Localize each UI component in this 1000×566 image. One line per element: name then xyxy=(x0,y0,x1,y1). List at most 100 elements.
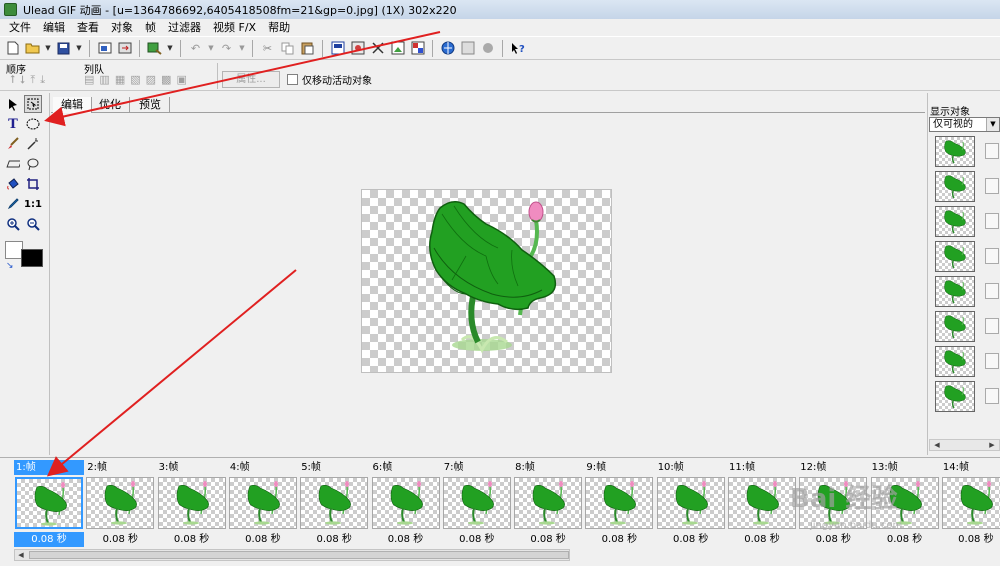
frame-thumbnail[interactable] xyxy=(371,477,440,529)
brush-tool-icon[interactable] xyxy=(4,135,22,153)
frame-11[interactable]: 11:帧 0.08 秒 xyxy=(727,460,797,548)
frame-delay[interactable]: 0.08 秒 xyxy=(228,532,298,547)
lasso-tool-icon[interactable] xyxy=(24,155,42,173)
frame-thumbnail[interactable] xyxy=(86,477,155,529)
frame-5[interactable]: 5:帧 0.08 秒 xyxy=(299,460,369,548)
save-dropdown-icon[interactable]: ▼ xyxy=(75,44,83,52)
menu-frame[interactable]: 帧 xyxy=(139,19,162,35)
wizard-dropdown-icon[interactable]: ▼ xyxy=(166,44,174,52)
undo-icon[interactable]: ↶ xyxy=(187,40,204,57)
align-left-icon[interactable]: ▤ xyxy=(84,73,94,86)
frame-thumbnail[interactable] xyxy=(15,477,83,529)
frame-7[interactable]: 7:帧 0.08 秒 xyxy=(442,460,512,548)
optimize-icon[interactable] xyxy=(349,40,366,57)
frame-8[interactable]: 8:帧 0.08 秒 xyxy=(513,460,583,548)
frame-1[interactable]: 1:帧 0.08 秒 xyxy=(14,460,84,548)
frame-properties-icon[interactable] xyxy=(329,40,346,57)
object-visibility-checkbox[interactable] xyxy=(985,353,999,369)
bring-up-icon[interactable]: ⭡ xyxy=(10,73,15,87)
list-item[interactable] xyxy=(929,240,1000,275)
frame-6[interactable]: 6:帧 0.08 秒 xyxy=(371,460,441,548)
send-down-icon[interactable]: ⭣ xyxy=(20,73,25,87)
scroll-thumb[interactable] xyxy=(29,551,569,559)
actual-size-tool[interactable]: 1:1 xyxy=(24,195,42,213)
align-top-icon[interactable]: ▧ xyxy=(130,73,140,86)
object-visibility-checkbox[interactable] xyxy=(985,318,999,334)
image-canvas[interactable] xyxy=(361,189,612,373)
menu-help[interactable]: 帮助 xyxy=(262,19,296,35)
object-visibility-checkbox[interactable] xyxy=(985,283,999,299)
redo-icon[interactable]: ↷ xyxy=(218,40,235,57)
move-active-only-checkbox[interactable] xyxy=(287,74,298,85)
select-tool-icon[interactable] xyxy=(24,95,42,113)
menu-view[interactable]: 查看 xyxy=(71,19,105,35)
list-item[interactable] xyxy=(929,275,1000,310)
frame-2[interactable]: 2:帧 0.08 秒 xyxy=(85,460,155,548)
frame-thumbnail[interactable] xyxy=(514,477,583,529)
open-folder-icon[interactable] xyxy=(24,40,41,57)
frame-thumbnail[interactable] xyxy=(941,477,1000,529)
menu-video-fx[interactable]: 视频 F/X xyxy=(207,19,262,35)
list-item[interactable] xyxy=(929,205,1000,240)
frame-14[interactable]: 14:帧 0.08 秒 xyxy=(941,460,1000,548)
menu-file[interactable]: 文件 xyxy=(3,19,37,35)
redo-dropdown-icon[interactable]: ▼ xyxy=(238,44,246,52)
frame-delay[interactable]: 0.08 秒 xyxy=(798,532,868,547)
tab-optimize[interactable]: 优化 xyxy=(91,97,130,113)
frame-9[interactable]: 9:帧 0.08 秒 xyxy=(584,460,654,548)
distribute-icon[interactable]: ▣ xyxy=(176,73,186,86)
frame-thumbnail[interactable] xyxy=(300,477,369,529)
frame-panel-scrollbar[interactable]: ◀ xyxy=(14,549,570,561)
frame-thumbnail[interactable] xyxy=(228,477,297,529)
chevron-down-icon[interactable]: ▼ xyxy=(986,118,999,131)
scroll-left-icon[interactable]: ◀ xyxy=(931,440,943,450)
frame-thumbnail[interactable] xyxy=(157,477,226,529)
frame-delay[interactable]: 0.08 秒 xyxy=(14,532,84,547)
crop-tool-icon[interactable] xyxy=(24,175,42,193)
list-item[interactable] xyxy=(929,310,1000,345)
align-right-icon[interactable]: ▦ xyxy=(115,73,125,86)
pointer-tool-icon[interactable] xyxy=(4,95,22,113)
frame-delay[interactable]: 0.08 秒 xyxy=(442,532,512,547)
menu-filter[interactable]: 过滤器 xyxy=(162,19,207,35)
add-image-icon[interactable] xyxy=(96,40,113,57)
frame-delay[interactable]: 0.08 秒 xyxy=(513,532,583,547)
magic-wand-tool-icon[interactable] xyxy=(24,135,42,153)
frame-3[interactable]: 3:帧 0.08 秒 xyxy=(157,460,227,548)
foreground-color-swatch[interactable] xyxy=(21,249,43,267)
wizard-icon[interactable] xyxy=(146,40,163,57)
align-bottom-icon[interactable]: ▩ xyxy=(161,73,171,86)
crop-icon[interactable] xyxy=(369,40,386,57)
new-file-icon[interactable] xyxy=(4,40,21,57)
object-panel-scrollbar[interactable]: ◀ ▶ xyxy=(929,439,1000,451)
frame-delay[interactable]: 0.08 秒 xyxy=(941,532,1000,547)
object-filter-select[interactable]: 仅可视的 ▼ xyxy=(929,117,1000,132)
frame-delay[interactable]: 0.08 秒 xyxy=(656,532,726,547)
frame-thumbnail[interactable] xyxy=(585,477,654,529)
save-icon[interactable] xyxy=(55,40,72,57)
cut-icon[interactable]: ✂ xyxy=(259,40,276,57)
menu-object[interactable]: 对象 xyxy=(105,19,139,35)
frame-delay[interactable]: 0.08 秒 xyxy=(85,532,155,547)
object-visibility-checkbox[interactable] xyxy=(985,248,999,264)
export-icon[interactable] xyxy=(116,40,133,57)
ellipse-select-tool-icon[interactable] xyxy=(24,115,42,133)
canvas-area[interactable] xyxy=(51,114,925,455)
tab-preview[interactable]: 预览 xyxy=(131,97,170,113)
frame-thumbnail[interactable] xyxy=(728,477,796,529)
swap-colors-icon[interactable]: ↘ xyxy=(6,261,14,271)
frame-delay[interactable]: 0.08 秒 xyxy=(371,532,441,547)
frame-delay[interactable]: 0.08 秒 xyxy=(727,532,797,547)
scroll-left-icon[interactable]: ◀ xyxy=(15,550,27,560)
frame-thumbnail[interactable] xyxy=(656,477,725,529)
align-middle-icon[interactable]: ▨ xyxy=(146,73,156,86)
tab-edit[interactable]: 编辑 xyxy=(53,97,92,113)
list-item[interactable] xyxy=(929,170,1000,205)
object-visibility-checkbox[interactable] xyxy=(985,213,999,229)
effects-icon[interactable] xyxy=(479,40,496,57)
zoom-out-tool-icon[interactable] xyxy=(24,215,42,233)
frame-delay[interactable]: 0.08 秒 xyxy=(299,532,369,547)
undo-dropdown-icon[interactable]: ▼ xyxy=(207,44,215,52)
eyedropper-tool-icon[interactable] xyxy=(4,195,22,213)
frame-delay[interactable]: 0.08 秒 xyxy=(584,532,654,547)
